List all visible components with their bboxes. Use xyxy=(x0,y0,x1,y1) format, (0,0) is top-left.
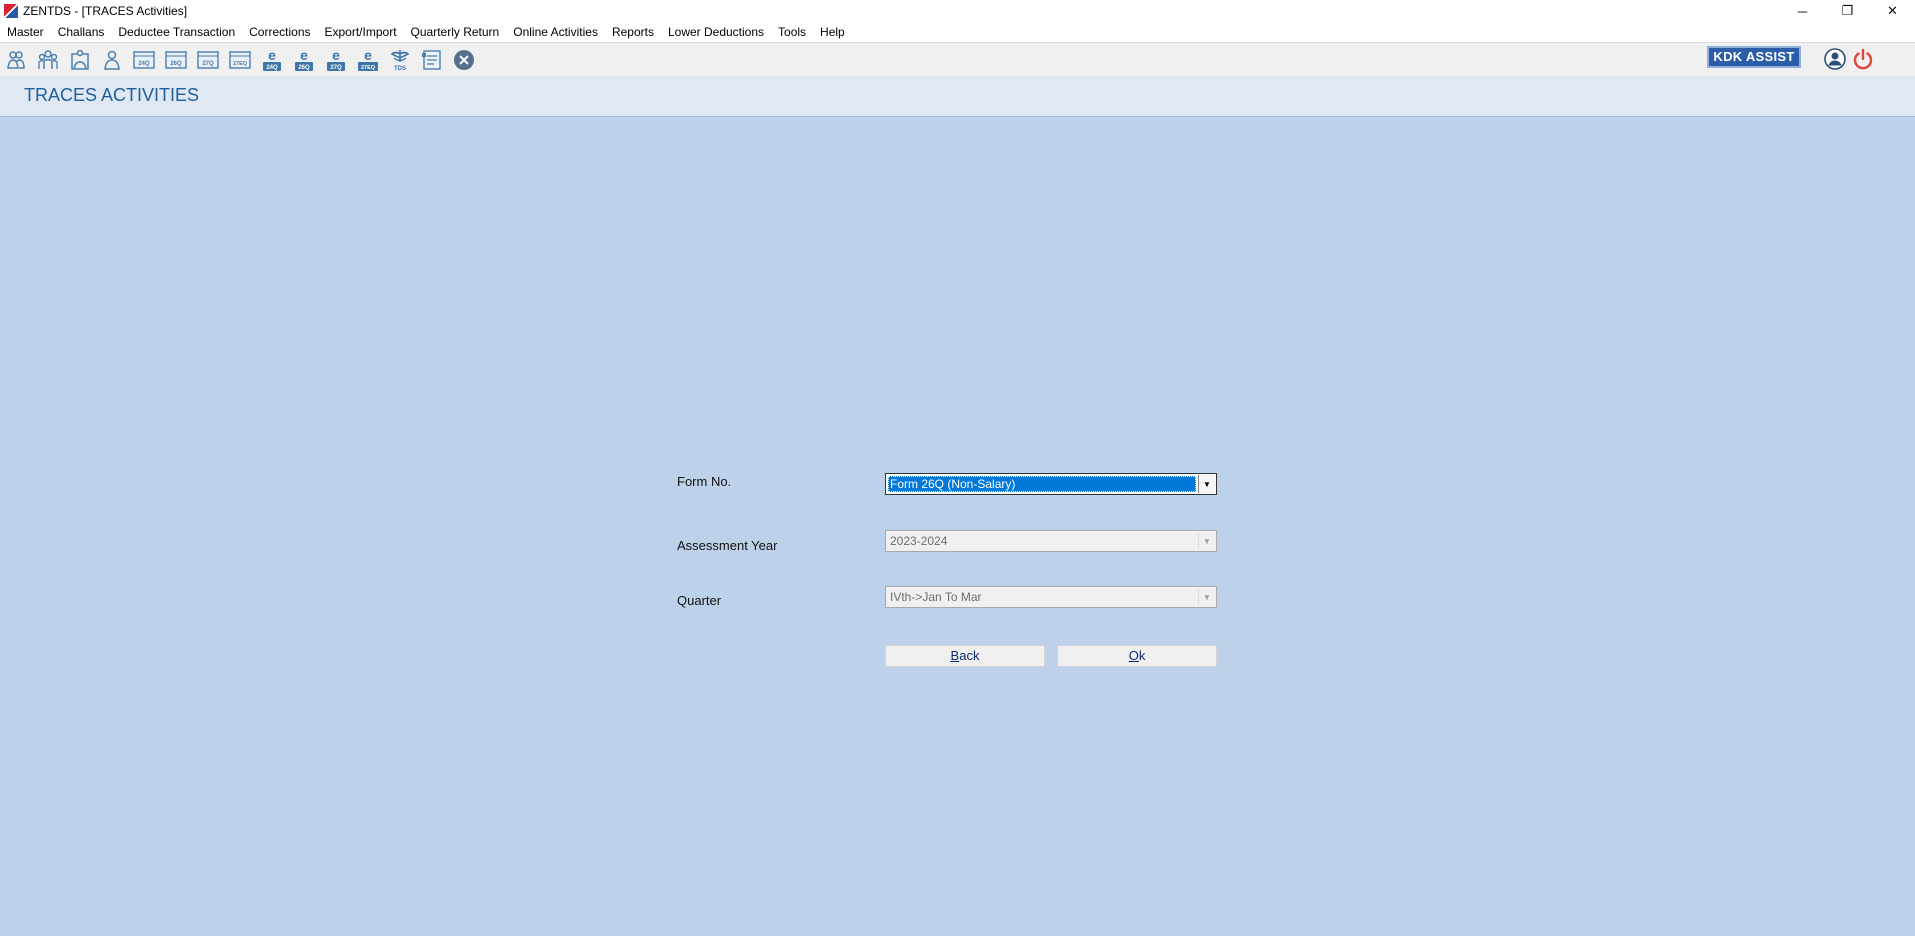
e-27eq-icon[interactable]: e 27EQ xyxy=(357,48,379,72)
svg-text:e: e xyxy=(364,48,372,63)
deductor-icon[interactable] xyxy=(5,48,27,72)
title-bar: ZENTDS - [TRACES Activities] ─ ❐ ✕ xyxy=(0,0,1915,22)
page-title: TRACES ACTIVITIES xyxy=(24,85,200,105)
user-profile-icon[interactable] xyxy=(1824,48,1846,73)
svg-text:26Q: 26Q xyxy=(170,61,182,67)
back-label: ack xyxy=(959,648,980,663)
back-button[interactable]: Back xyxy=(885,645,1045,667)
employee-icon[interactable] xyxy=(69,48,91,72)
chevron-down-icon[interactable]: ▼ xyxy=(1198,475,1215,493)
svg-text:24Q: 24Q xyxy=(138,61,150,67)
form-no-value: Form 26Q (Non-Salary) xyxy=(888,476,1196,492)
page-header: TRACES ACTIVITIES xyxy=(0,76,1915,117)
e-24q-icon[interactable]: e 24Q xyxy=(261,48,283,72)
form-24q-icon[interactable]: 24Q xyxy=(133,48,155,72)
window-controls: ─ ❐ ✕ xyxy=(1780,0,1915,22)
menu-master[interactable]: Master xyxy=(0,25,51,39)
form-no-label: Form No. xyxy=(677,474,732,489)
svg-text:24Q: 24Q xyxy=(266,65,278,71)
minimize-button[interactable]: ─ xyxy=(1780,0,1825,22)
chevron-down-icon[interactable]: ▼ xyxy=(1198,588,1215,606)
kdk-assist-button[interactable]: KDK ASSIST xyxy=(1707,46,1801,68)
menu-help[interactable]: Help xyxy=(813,25,852,39)
svg-text:27EQ: 27EQ xyxy=(233,61,248,67)
menu-online-activities[interactable]: Online Activities xyxy=(506,25,605,39)
quarter-value: IVth->Jan To Mar xyxy=(890,590,982,604)
e-26q-icon[interactable]: e 26Q xyxy=(293,48,315,72)
restore-button[interactable]: ❐ xyxy=(1825,0,1870,22)
back-access-key: B xyxy=(950,648,960,663)
app-logo-icon xyxy=(4,4,18,18)
power-icon[interactable] xyxy=(1852,48,1874,73)
menu-export-import[interactable]: Export/Import xyxy=(318,25,404,39)
menu-reports[interactable]: Reports xyxy=(605,25,661,39)
assessment-year-value: 2023-2024 xyxy=(890,534,948,548)
e-27q-icon[interactable]: e 27Q xyxy=(325,48,347,72)
chevron-down-icon[interactable]: ▼ xyxy=(1198,532,1215,550)
form-27q-icon[interactable]: 27Q xyxy=(197,48,219,72)
menu-quarterly-return[interactable]: Quarterly Return xyxy=(404,25,507,39)
assessment-year-label: Assessment Year xyxy=(677,538,778,553)
menu-challans[interactable]: Challans xyxy=(51,25,112,39)
toolbar: 24Q 26Q 27Q 27EQ e 24Q e 26Q e 27Q e 27EQ TD… xyxy=(0,43,1915,76)
report-icon[interactable] xyxy=(421,48,443,72)
ok-label: k xyxy=(1138,648,1146,663)
svg-text:TDS: TDS xyxy=(394,66,406,72)
ok-access-key: O xyxy=(1128,648,1139,663)
deductee-group-icon[interactable] xyxy=(37,48,59,72)
form-27eq-icon[interactable]: 27EQ xyxy=(229,48,251,72)
svg-text:27Q: 27Q xyxy=(330,65,342,71)
quarter-label: Quarter xyxy=(677,593,722,608)
svg-text:27Q: 27Q xyxy=(202,61,214,67)
menu-deductee-transaction[interactable]: Deductee Transaction xyxy=(111,25,242,39)
quarter-select[interactable]: IVth->Jan To Mar ▼ xyxy=(885,586,1217,608)
svg-text:26Q: 26Q xyxy=(298,65,310,71)
window-title: ZENTDS - [TRACES Activities] xyxy=(23,4,188,18)
tds-icon[interactable]: TDS xyxy=(389,48,411,72)
menu-lower-deductions[interactable]: Lower Deductions xyxy=(661,25,771,39)
svg-text:27EQ: 27EQ xyxy=(361,65,376,71)
form-no-select[interactable]: Form 26Q (Non-Salary) ▼ xyxy=(885,473,1217,495)
svg-text:e: e xyxy=(268,48,276,63)
menu-bar: Master Challans Deductee Transaction Cor… xyxy=(0,22,1915,43)
assessment-year-select[interactable]: 2023-2024 ▼ xyxy=(885,530,1217,552)
ok-button[interactable]: Ok xyxy=(1057,645,1217,667)
menu-corrections[interactable]: Corrections xyxy=(242,25,317,39)
menu-tools[interactable]: Tools xyxy=(771,25,813,39)
close-button[interactable]: ✕ xyxy=(1870,0,1915,22)
svg-text:e: e xyxy=(332,48,340,63)
close-circle-icon[interactable] xyxy=(453,48,475,72)
person-icon[interactable] xyxy=(101,48,123,72)
form-26q-icon[interactable]: 26Q xyxy=(165,48,187,72)
svg-text:e: e xyxy=(300,48,308,63)
